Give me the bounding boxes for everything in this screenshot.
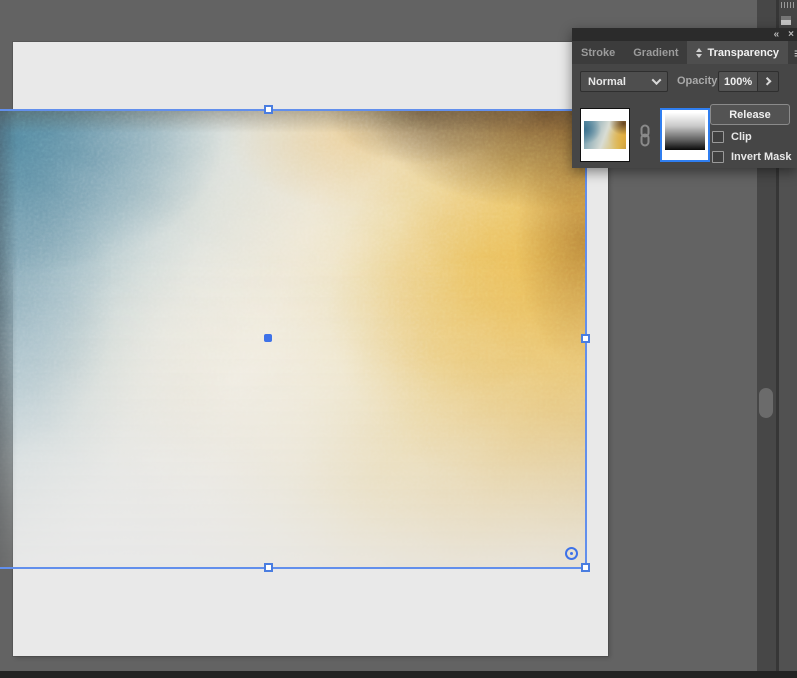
window-bottom-edge bbox=[0, 671, 797, 678]
clip-checkbox-label: Clip bbox=[731, 131, 752, 143]
chevron-right-icon bbox=[763, 77, 771, 85]
panel-tab-bar: Stroke Gradient Transparency ≡ bbox=[572, 41, 797, 64]
appearance-target-icon[interactable] bbox=[565, 547, 578, 560]
panel-chrome-bar: « × bbox=[572, 28, 797, 41]
invert-mask-checkbox-label: Invert Mask bbox=[731, 151, 792, 163]
link-icon bbox=[638, 124, 652, 147]
tab-gradient[interactable]: Gradient bbox=[624, 41, 687, 64]
artwork-thumbnail-preview bbox=[584, 121, 626, 149]
tab-transparency[interactable]: Transparency bbox=[687, 41, 788, 64]
selection-handle-bottom-right[interactable] bbox=[581, 563, 590, 572]
selection-edge-top bbox=[0, 109, 587, 111]
blend-mode-value: Normal bbox=[588, 76, 626, 88]
paint-texture-blotch bbox=[0, 110, 587, 568]
link-toggle[interactable] bbox=[630, 108, 660, 162]
opacity-label: Opacity: bbox=[677, 71, 721, 92]
panel-dock-edge-top bbox=[779, 0, 797, 28]
tab-stroke[interactable]: Stroke bbox=[572, 41, 624, 64]
selection-handle-right-middle[interactable] bbox=[581, 334, 590, 343]
panel-menu-icon[interactable]: ≡ bbox=[788, 45, 797, 61]
panel-cycle-icon[interactable] bbox=[696, 45, 702, 61]
opacity-mask-preview bbox=[665, 113, 705, 150]
vertical-scrollbar-thumb[interactable] bbox=[759, 388, 773, 418]
clip-checkbox[interactable] bbox=[712, 131, 724, 143]
dock-grip-icon bbox=[781, 2, 794, 8]
blend-mode-select[interactable]: Normal bbox=[580, 71, 668, 92]
selection-handle-bottom-center[interactable] bbox=[264, 563, 273, 572]
close-panel-icon[interactable]: × bbox=[788, 30, 793, 40]
tab-gradient-label: Gradient bbox=[633, 47, 678, 59]
invert-mask-checkbox-row: Invert Mask bbox=[712, 150, 792, 164]
selection-edge-bottom bbox=[0, 567, 587, 569]
selection-handle-top-center[interactable] bbox=[264, 105, 273, 114]
tab-stroke-label: Stroke bbox=[581, 47, 615, 59]
transparency-panel: « × Stroke Gradient Transparency ≡ Norma… bbox=[572, 28, 797, 168]
paint-texture-grain bbox=[0, 110, 587, 568]
release-button[interactable]: Release bbox=[710, 104, 790, 125]
invert-mask-checkbox[interactable] bbox=[712, 151, 724, 163]
chevron-down-icon bbox=[652, 75, 662, 85]
transparency-panel-body: Normal Opacity: Release Clip Invert Mas bbox=[572, 64, 797, 168]
artwork-thumbnail[interactable] bbox=[580, 108, 630, 162]
dock-panel-icon[interactable] bbox=[781, 16, 791, 25]
opacity-input[interactable] bbox=[718, 71, 758, 92]
opacity-stepper-button[interactable] bbox=[758, 71, 779, 92]
placed-image[interactable] bbox=[0, 110, 587, 568]
selection-center-point[interactable] bbox=[264, 334, 272, 342]
clip-checkbox-row: Clip bbox=[712, 130, 752, 144]
opacity-mask-thumbnail[interactable] bbox=[660, 108, 710, 162]
tab-transparency-label: Transparency bbox=[707, 47, 779, 59]
collapse-panel-icon[interactable]: « bbox=[774, 30, 779, 40]
